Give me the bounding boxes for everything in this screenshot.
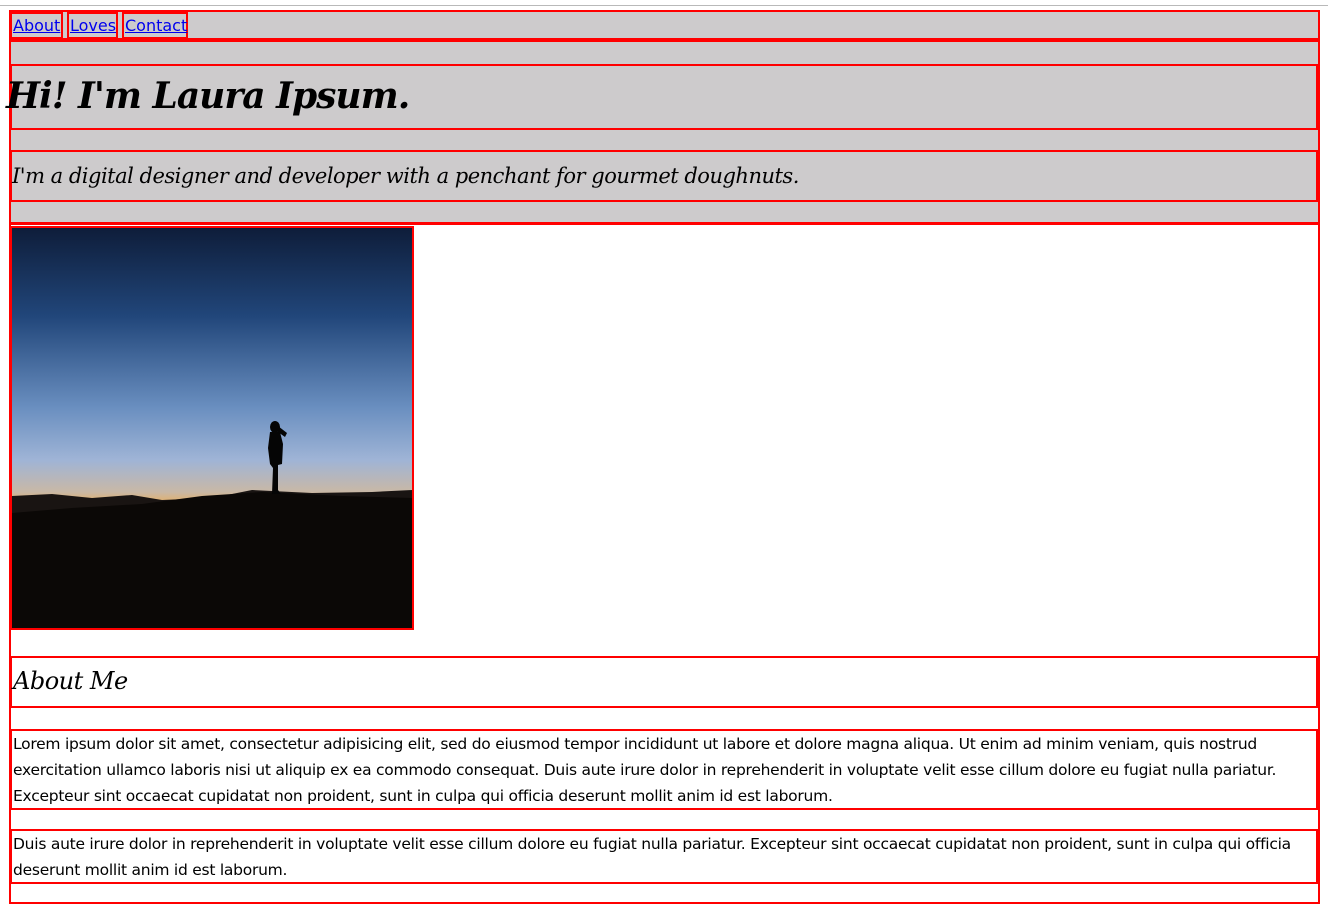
about-paragraph-2: Duis aute irure dolor in reprehenderit i…: [13, 835, 1291, 879]
about-paragraph-1: Lorem ipsum dolor sit amet, consectetur …: [13, 735, 1277, 805]
about-heading: About Me: [13, 667, 128, 695]
nav-link-about[interactable]: About: [10, 12, 63, 39]
silhouette-sunset-photo: [12, 228, 412, 628]
browser-top-line: [0, 5, 1328, 6]
nav-bar: [9, 10, 1320, 40]
profile-photo: [10, 226, 414, 630]
about-heading-box: [10, 656, 1318, 708]
nav-link-loves[interactable]: Loves: [67, 12, 118, 39]
hero-title: Hi! I'm Laura Ipsum.: [6, 75, 410, 117]
nav-link-contact[interactable]: Contact: [122, 12, 188, 39]
hero-subtitle: I'm a digital designer and developer wit…: [12, 164, 799, 188]
